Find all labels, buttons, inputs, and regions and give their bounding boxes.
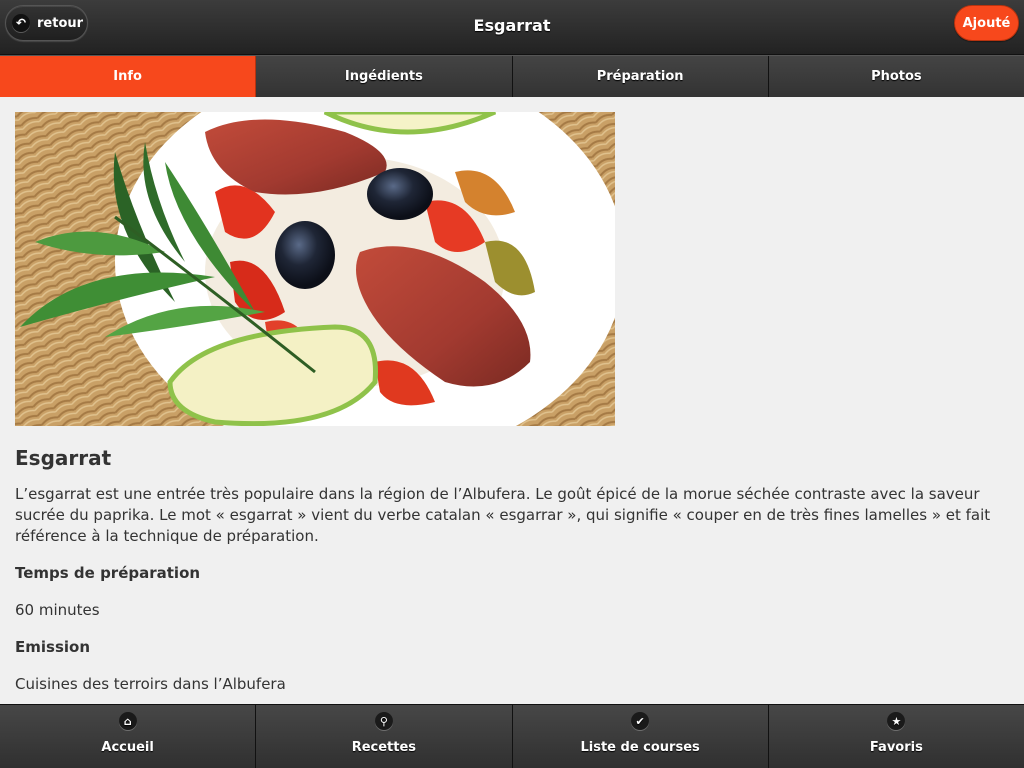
recipe-photo [15,112,615,426]
nav-recipes[interactable]: ⚲ Recettes [256,705,513,768]
emission-label: Emission [15,638,90,656]
emission-value: Cuisines des terroirs dans l’Albufera [15,675,286,693]
tab-info[interactable]: Info [0,56,257,97]
tab-photos[interactable]: Photos [768,56,1024,97]
nav-shopping-list-label: Liste de courses [580,740,700,755]
nav-home-label: Accueil [101,740,154,755]
nav-favorites-label: Favoris [869,740,923,755]
star-icon: ★ [887,712,906,730]
search-icon: ⚲ [374,712,393,730]
prep-time-value: 60 minutes [15,601,100,619]
page-title: Esgarrat [473,16,551,35]
added-button[interactable]: Ajouté [954,5,1019,41]
bottom-nav: ⌂ Accueil ⚲ Recettes ✔ Liste de courses … [0,704,1024,768]
tab-bar: Info Ingédients Préparation Photos [0,55,1024,97]
nav-recipes-label: Recettes [351,740,417,755]
recipe-info: Esgarrat L’esgarrat est une entrée très … [15,112,1009,695]
nav-shopping-list[interactable]: ✔ Liste de courses [512,705,769,768]
recipe-title: Esgarrat [15,446,112,470]
home-icon: ⌂ [118,712,137,730]
tab-ingredients[interactable]: Ingédients [256,56,513,97]
nav-home[interactable]: ⌂ Accueil [0,705,257,768]
tab-preparation[interactable]: Préparation [512,56,769,97]
prep-time-label: Temps de préparation [15,564,201,582]
nav-favorites[interactable]: ★ Favoris [768,705,1024,768]
header-bar: ↶ retour Esgarrat Ajouté [0,0,1024,55]
check-icon: ✔ [631,712,650,730]
recipe-photo-illustration [15,112,615,426]
recipe-description: L’esgarrat est une entrée très populaire… [15,485,991,545]
